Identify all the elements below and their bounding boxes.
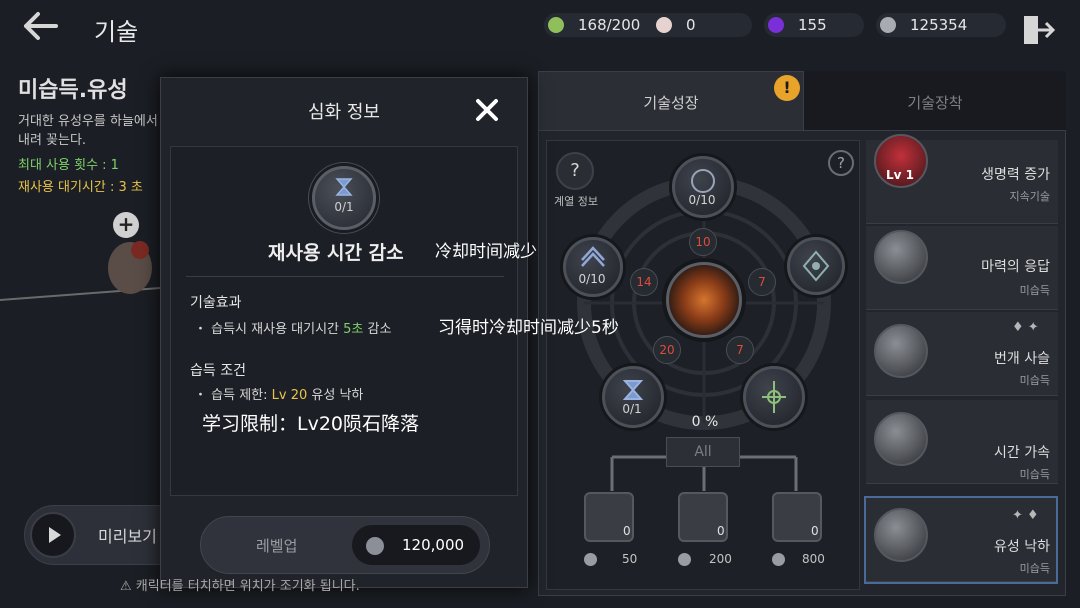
currency-silver: 125354	[876, 13, 1006, 37]
book-count: 0	[811, 524, 819, 538]
skill-node-bottom-right[interactable]	[743, 366, 805, 428]
pip-level: 14	[630, 268, 658, 296]
help-icon[interactable]: ?	[828, 150, 854, 176]
plus-icon[interactable]: +	[113, 212, 139, 238]
silver-coin-icon	[584, 553, 597, 566]
hourglass-icon	[312, 166, 376, 230]
purple-orb-icon	[768, 17, 784, 33]
effect-heading: 기술효과	[190, 295, 242, 311]
skill-name: 마력의 응답	[981, 259, 1050, 275]
pearl-value: 0	[686, 16, 696, 34]
node-bottom-left-count: 0/1	[622, 402, 642, 416]
tab-skill-equip-label: 기술장착	[907, 94, 963, 112]
book-cost: 200	[709, 552, 732, 566]
max-uses-text: 최대 사용 횟수 : 1	[18, 158, 119, 173]
pearl-icon	[656, 17, 672, 33]
energy-value: 168/200	[578, 16, 641, 34]
silver-coin-icon	[366, 537, 384, 555]
skill-name: 번개 사슬	[994, 351, 1050, 367]
node-left-count: 0/10	[578, 272, 606, 286]
levelup-label: 레벨업	[256, 537, 298, 555]
annotation-text: 学习限制：Lv20陨石降落	[202, 413, 420, 435]
skill-name: 시간 가속	[994, 445, 1050, 461]
skill-list-item[interactable]: 마력의 응답 미습득	[866, 226, 1058, 310]
book-count: 0	[623, 524, 631, 538]
orb-value: 155	[798, 16, 827, 34]
skill-list-item[interactable]: Lv 1 생명력 증가 지속기술	[866, 134, 1058, 224]
popup-skill-name: 재사용 시간 감소	[268, 242, 404, 264]
pip-level: 7	[726, 336, 754, 364]
book-cost: 800	[802, 552, 825, 566]
annotation-text: 习得时冷却时间减少5秒	[438, 318, 619, 338]
series-info-icon[interactable]: ?	[556, 152, 594, 190]
close-icon[interactable]	[472, 95, 502, 125]
skill-node-bottom-left[interactable]	[602, 366, 664, 428]
pip-level: 20	[653, 336, 681, 364]
skill-list-item[interactable]: ♦ ✦ 번개 사슬 미습득	[866, 312, 1058, 396]
cooldown-text: 재사용 대기시간 : 3 초	[18, 180, 143, 195]
warning-text: ⚠ 캐릭터를 터치하면 위치가 조기화 됩니다.	[120, 579, 360, 594]
all-button[interactable]: All	[666, 437, 740, 467]
alert-icon: !	[774, 75, 800, 101]
pip-level: 7	[748, 268, 776, 296]
skill-list-item[interactable]: 시간 가속 미습득	[866, 400, 1058, 484]
skill-node-top[interactable]	[672, 156, 734, 218]
node-top-count: 0/10	[688, 193, 716, 207]
skill-status: 미습득	[1019, 468, 1050, 481]
page-title: 기술	[94, 18, 139, 46]
skill-title: 미습득.유성	[18, 78, 128, 103]
effect-prefix: 습득시 재사용 대기시간	[211, 322, 344, 337]
warning-message: 캐릭터를 터치하면 위치가 조기화 됩니다.	[135, 579, 360, 594]
annotation-text: 冷却时间减少	[435, 242, 537, 262]
condition-line: ・ 습득 제한: Lv 20 유성 낙하	[194, 388, 364, 403]
silver-coin-icon	[678, 553, 691, 566]
effect-suffix: 감소	[363, 322, 392, 337]
pip-level: 10	[689, 228, 717, 256]
skill-node-right[interactable]	[787, 237, 845, 295]
effect-value: 5초	[343, 322, 364, 337]
progress-percent: 0 %	[691, 414, 719, 430]
skill-node-left[interactable]	[563, 237, 623, 297]
currency-pearl: 0	[652, 13, 752, 37]
price-value: 120,000	[402, 536, 465, 554]
badge-count: 0/1	[334, 200, 354, 214]
skill-description: 거대한 유성우를 하늘에서 내려 꽂는다.	[18, 114, 158, 148]
core-skill-node[interactable]	[666, 262, 742, 338]
condition-suffix: 유성 낙하	[307, 388, 364, 403]
exit-icon[interactable]	[1020, 12, 1056, 48]
series-info-label: 계열 정보	[554, 195, 598, 208]
skill-name: 생명력 증가	[981, 167, 1050, 183]
character-model[interactable]	[0, 238, 170, 318]
element-icon: ♦ ✦	[1012, 320, 1039, 335]
silver-coin-icon	[772, 553, 785, 566]
currency-orb: 155	[764, 13, 864, 37]
divider	[186, 276, 504, 277]
skill-status: 지속기술	[1009, 190, 1050, 203]
back-arrow-icon[interactable]	[18, 8, 62, 44]
skill-status: 미습득	[1019, 374, 1050, 387]
condition-level: Lv 20	[271, 388, 308, 403]
book-count: 0	[717, 524, 725, 538]
skill-status: 미습득	[1019, 284, 1050, 297]
green-gem-icon	[548, 17, 564, 33]
silver-value: 125354	[910, 16, 968, 34]
book-cost: 50	[622, 552, 638, 566]
skill-level: Lv 1	[886, 168, 914, 182]
selection-frame	[864, 496, 1058, 584]
tab-skill-growth-label: 기술성장	[643, 94, 699, 112]
effect-line: ・ 습득시 재사용 대기시간 5초 감소	[194, 322, 392, 337]
silver-coin-icon	[880, 17, 896, 33]
condition-prefix: 습득 제한:	[211, 388, 272, 403]
preview-label: 미리보기	[98, 527, 157, 546]
play-icon[interactable]	[30, 512, 76, 558]
condition-heading: 습득 조건	[190, 363, 246, 379]
